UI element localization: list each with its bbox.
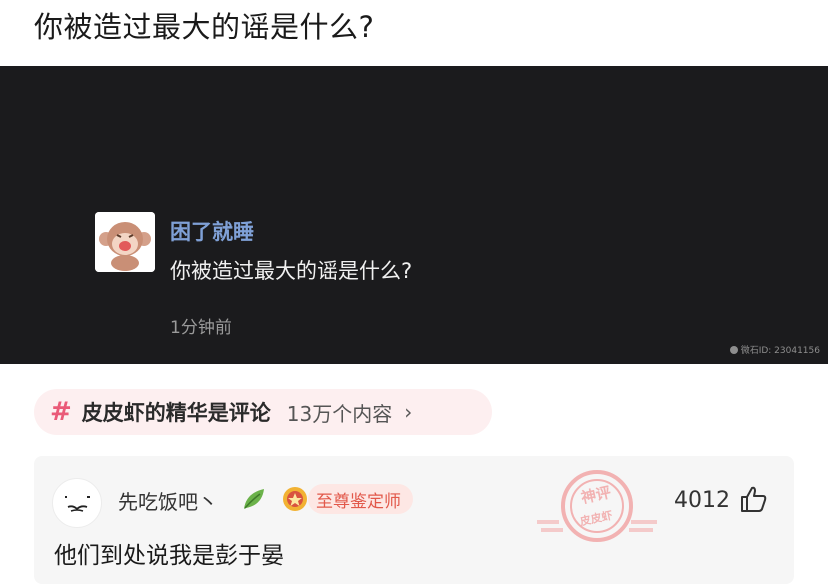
thumbs-up-icon[interactable]: [738, 484, 768, 518]
monkey-avatar-icon: [95, 212, 155, 272]
like-count: 4012: [674, 488, 730, 513]
watermark-text: 微石ID: 23041156: [740, 346, 820, 356]
svg-text:神评: 神评: [579, 483, 612, 507]
identifier-badge: 至尊鉴定师: [308, 484, 413, 514]
god-comment-stamp: 神评 皮皮虾: [531, 464, 663, 548]
comment-text: 他们到处说我是彭于晏: [54, 543, 284, 569]
topic-count: 13万个内容: [286, 401, 393, 426]
page-title: 你被造过最大的谣是什么?: [34, 10, 375, 44]
post-text: 你被造过最大的谣是什么?: [170, 259, 413, 283]
topic-name: 皮皮虾的精华是评论: [81, 401, 271, 425]
video-panel[interactable]: 困了就睡 你被造过最大的谣是什么? 1分钟前 微石ID: 23041156: [0, 66, 828, 364]
post-time: 1分钟前: [170, 318, 232, 338]
watermark-icon: [729, 345, 738, 354]
svg-text:皮皮虾: 皮皮虾: [578, 508, 614, 529]
chevron-right-icon: ›: [404, 400, 413, 424]
post-author[interactable]: 困了就睡: [170, 216, 254, 246]
medal-icon: [280, 484, 310, 518]
comment-card[interactable]: 先吃饭吧丶 至尊鉴定师 他们到处说我是彭于晏 神评 皮皮虾 4012: [34, 456, 794, 584]
watermark-id: 微石ID: 23041156: [729, 343, 820, 356]
commenter-username[interactable]: 先吃饭吧丶: [118, 486, 218, 515]
topic-link[interactable]: # 皮皮虾的精华是评论 13万个内容 ›: [34, 389, 492, 435]
commenter-avatar[interactable]: [52, 478, 102, 528]
leaf-icon: [240, 485, 268, 517]
hashtag-icon: #: [50, 397, 72, 427]
